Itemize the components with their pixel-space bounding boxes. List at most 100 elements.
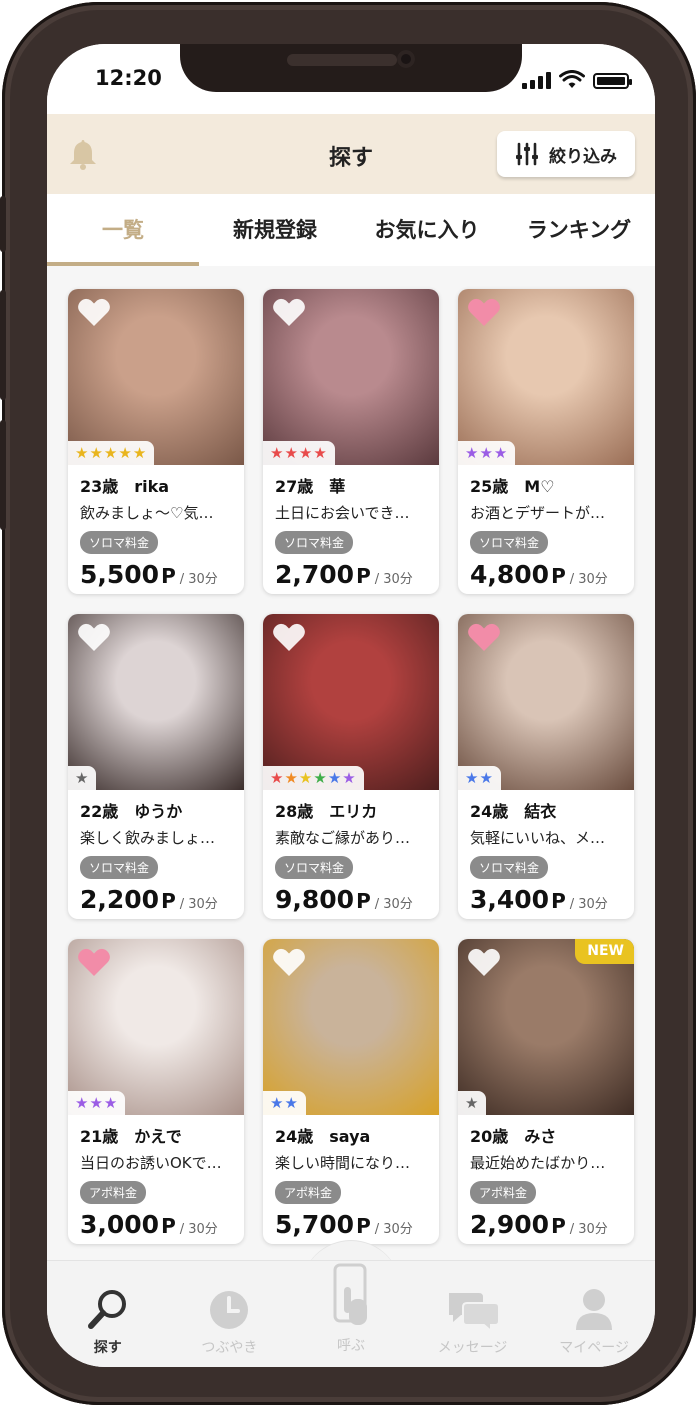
tab-3[interactable]: お気に入り xyxy=(351,194,503,266)
status-time: 12:20 xyxy=(95,66,162,90)
clock-icon xyxy=(169,1279,291,1331)
nav-label: マイページ xyxy=(559,1340,630,1356)
star-rating: ★ xyxy=(68,766,97,790)
cast-age-name: 25歳 M♡ xyxy=(470,477,555,496)
cast-card[interactable]: ★ ★ 24歳 結衣 気軽にいいね、メ… ソロマ料金 3,400 P/ 30分 xyxy=(458,614,634,919)
nav-chat[interactable]: メッセージ xyxy=(412,1261,534,1367)
star-icon: ★ xyxy=(465,443,479,462)
star-icon: ★ xyxy=(270,443,284,462)
price-per-time: / 30分 xyxy=(374,897,413,912)
favorite-heart-icon-active[interactable] xyxy=(77,947,111,981)
cast-grid: ★ ★ ★ ★ ★ 23歳 rika 飲みましょ〜♡気… ソロマ料金 5,500 P/ 30分 ★ ★… xyxy=(68,289,638,1244)
cast-card[interactable]: ★ ★ ★ ★ 27歳 華土日にお会いでき… ソロマ料金 2,700 P/ 30分 xyxy=(263,289,439,594)
nav-search[interactable]: 探す xyxy=(47,1261,169,1367)
star-icon: ★ xyxy=(284,443,298,462)
fee-type-badge: ソロマ料金 xyxy=(275,856,354,879)
cast-price: 2,900 P/ 30分 xyxy=(470,1210,626,1239)
price-value: 3,000 xyxy=(80,1210,160,1239)
cast-card[interactable]: ★ ★ ★ 21歳 かえで 当日のお誘いOKで… アポ料金 3,000 P/ 30分 xyxy=(68,939,244,1244)
fee-type-badge: ソロマ料金 xyxy=(275,531,354,554)
price-unit: P xyxy=(551,1214,566,1238)
fee-type-badge: ソロマ料金 xyxy=(80,531,159,554)
cast-card[interactable]: ★ ★ ★ 25歳 M♡ お酒とデザートが… ソロマ料金 4,800 P/ 30分 xyxy=(458,289,634,594)
star-icon: ★ xyxy=(342,768,356,787)
battery-icon xyxy=(593,73,632,89)
cast-card[interactable]: ★ ★ ★ ★ ★ ★ 28歳 エリカ 素敵なご縁があり… ソロマ料金 9,800 P/ 30分 xyxy=(263,614,439,919)
new-badge: NEW xyxy=(575,939,634,964)
cast-card[interactable]: ★ ★ ★ ★ ★ 23歳 rika 飲みましょ〜♡気… ソロマ料金 5,500 P/ 30分 xyxy=(68,289,244,594)
star-rating: ★ ★ xyxy=(458,766,501,790)
tab-1[interactable]: 一覧 xyxy=(47,194,199,266)
cast-description: 気軽にいいね、メ… xyxy=(470,829,606,847)
star-icon: ★ xyxy=(479,768,493,787)
star-icon: ★ xyxy=(132,443,147,462)
star-icon: ★ xyxy=(75,443,89,462)
favorite-heart-icon[interactable] xyxy=(272,297,306,331)
cast-description: 飲みましょ〜♡気… xyxy=(80,504,214,522)
fee-badge-row: ソロマ料金 xyxy=(275,523,431,554)
cast-price: 2,700 P/ 30分 xyxy=(275,560,431,589)
nav-clock[interactable]: つぶやき xyxy=(169,1261,291,1367)
price-value: 3,400 xyxy=(470,885,550,914)
price-value: 5,500 xyxy=(80,560,160,589)
cast-card[interactable]: ★ 22歳 ゆうか 楽しく飲みましょ… ソロマ料金 2,200 P/ 30分 xyxy=(68,614,244,919)
price-value: 9,800 xyxy=(275,885,355,914)
phone-tap-icon xyxy=(290,1255,412,1329)
nav-label: つぶやき xyxy=(201,1340,258,1356)
tab-2[interactable]: 新規登録 xyxy=(199,194,351,266)
fee-badge-row: アポ料金 xyxy=(470,1173,626,1204)
app-header: 探す 絞り込み xyxy=(47,114,655,194)
cast-price: 5,500 P/ 30分 xyxy=(80,560,236,589)
filter-sliders-icon xyxy=(516,142,538,166)
front-camera xyxy=(397,50,415,68)
cast-card[interactable]: NEW ★ 20歳 みさ 最近始めたばかり… アポ料金 2,900 P/ 30分 xyxy=(458,939,634,1244)
star-icon: ★ xyxy=(284,768,298,787)
star-rating: ★ ★ ★ xyxy=(68,1091,126,1115)
fee-badge-row: ソロマ料金 xyxy=(80,523,236,554)
favorite-heart-icon[interactable] xyxy=(77,297,111,331)
fee-badge-row: ソロマ料金 xyxy=(470,848,626,879)
price-unit: P xyxy=(161,564,176,588)
volume-up-button xyxy=(0,290,6,400)
cast-age-name: 23歳 rika xyxy=(80,477,170,496)
cast-price: 2,200 P/ 30分 xyxy=(80,885,236,914)
cast-description: 楽しい時間になり… xyxy=(275,1154,411,1172)
nav-phone-tap[interactable]: 呼ぶ xyxy=(290,1261,412,1367)
price-value: 5,700 xyxy=(275,1210,355,1239)
star-icon: ★ xyxy=(89,1093,103,1112)
price-unit: P xyxy=(551,889,566,913)
favorite-heart-icon[interactable] xyxy=(272,947,306,981)
tab-4[interactable]: ランキング xyxy=(503,194,655,266)
cast-info: 25歳 M♡ お酒とデザートが… ソロマ料金 4,800 P/ 30分 xyxy=(470,473,626,589)
star-rating: ★ xyxy=(458,1091,487,1115)
status-icons xyxy=(522,70,632,89)
favorite-heart-icon-active[interactable] xyxy=(467,297,501,331)
cast-price: 3,000 P/ 30分 xyxy=(80,1210,236,1239)
price-unit: P xyxy=(161,1214,176,1238)
favorite-heart-icon[interactable] xyxy=(77,622,111,656)
cast-card[interactable]: ★ ★ 24歳 saya 楽しい時間になり… アポ料金 5,700 P/ 30分 xyxy=(263,939,439,1244)
price-value: 2,700 xyxy=(275,560,355,589)
cast-info: 23歳 rika 飲みましょ〜♡気… ソロマ料金 5,500 P/ 30分 xyxy=(80,473,236,589)
nav-person[interactable]: マイページ xyxy=(533,1261,655,1367)
cast-info: 21歳 かえで 当日のお誘いOKで… アポ料金 3,000 P/ 30分 xyxy=(80,1123,236,1239)
fee-type-badge: アポ料金 xyxy=(275,1181,342,1204)
price-value: 2,900 xyxy=(470,1210,550,1239)
cast-price: 4,800 P/ 30分 xyxy=(470,560,626,589)
favorite-heart-icon[interactable] xyxy=(272,622,306,656)
cast-age-name: 27歳 華 xyxy=(275,477,346,496)
star-icon: ★ xyxy=(270,1093,284,1112)
cast-age-name: 20歳 みさ xyxy=(470,1127,557,1146)
nav-label: 探す xyxy=(93,1340,122,1356)
cast-description: お酒とデザートが… xyxy=(470,504,606,522)
favorite-heart-icon[interactable] xyxy=(467,947,501,981)
star-icon: ★ xyxy=(479,443,493,462)
chat-icon xyxy=(412,1279,534,1331)
cast-info: 28歳 エリカ 素敵なご縁があり… ソロマ料金 9,800 P/ 30分 xyxy=(275,798,431,914)
price-unit: P xyxy=(356,564,371,588)
favorite-heart-icon-active[interactable] xyxy=(467,622,501,656)
wifi-icon xyxy=(559,70,585,88)
fee-type-badge: ソロマ料金 xyxy=(470,856,549,879)
fee-badge-row: ソロマ料金 xyxy=(470,523,626,554)
filter-button[interactable]: 絞り込み xyxy=(497,131,635,177)
